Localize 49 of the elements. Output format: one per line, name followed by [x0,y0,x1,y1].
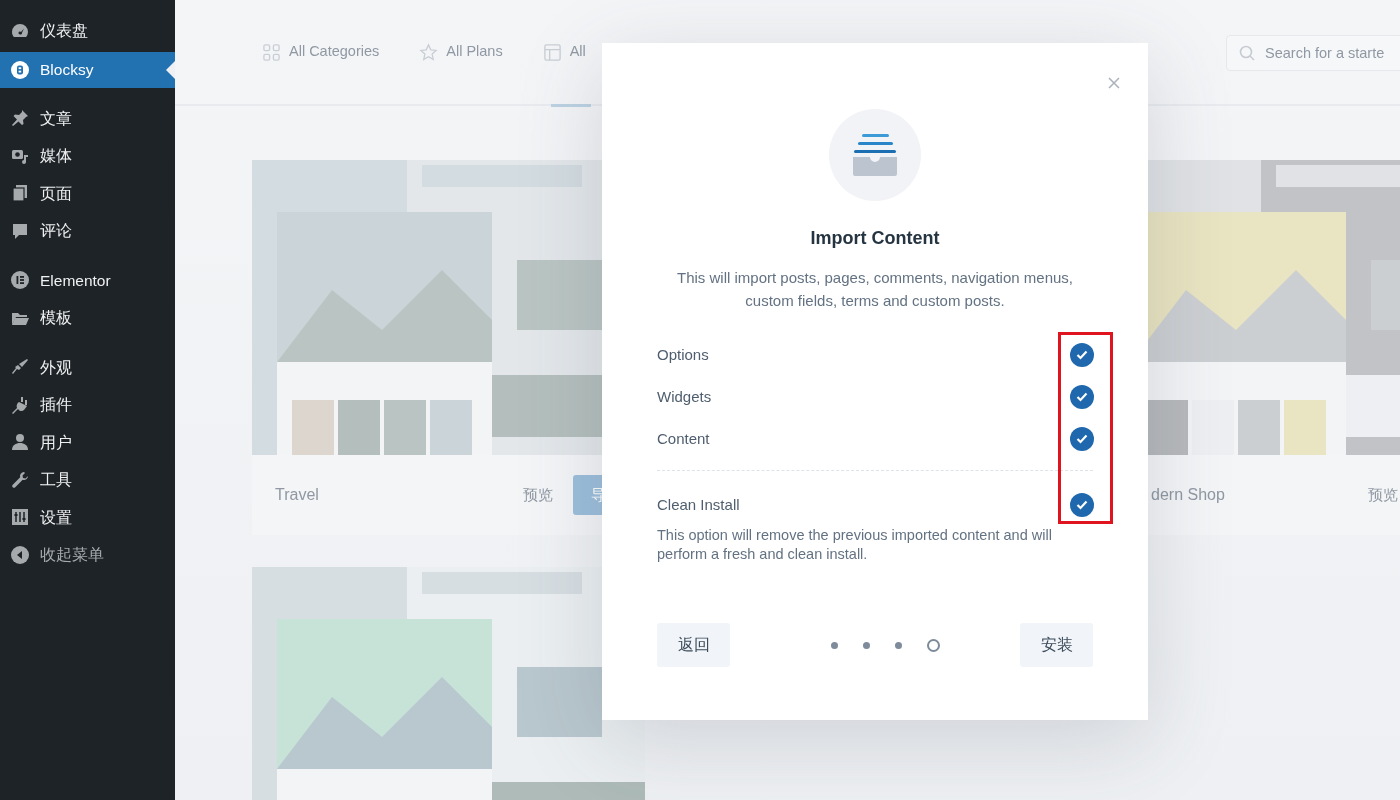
checkbox[interactable] [1070,493,1094,517]
checkbox[interactable] [1070,427,1094,451]
star-icon [419,42,439,62]
check-icon [1076,500,1088,510]
pin-icon [10,108,30,129]
check-icon [1076,392,1088,402]
checkbox[interactable] [1070,385,1094,409]
option-label: Options [657,344,709,365]
dialog-title: Import Content [809,227,941,250]
collapse-menu-item[interactable]: 收起菜单 [0,536,175,574]
pages-icon [10,183,30,204]
option-description: This option will remove the previous imported content and will perform a fresh and clean install. [657,526,1053,564]
grid-icon [262,42,281,62]
option-label: Content [657,428,710,449]
layout-icon [542,42,562,62]
menu-item[interactable]: 媒体 [0,137,175,175]
plug-icon [10,394,30,415]
menu-item[interactable]: 仪表盘 [0,12,175,50]
check-icon [1076,350,1088,360]
active-tab-indicator [550,104,591,107]
install-button[interactable]: 安装 [1020,623,1093,667]
menu-item[interactable]: 插件 [0,386,175,424]
menu-item[interactable]: 工具 [0,461,175,499]
menu-item[interactable]: Blocksy [0,51,175,88]
menu-item[interactable]: 设置 [0,498,175,536]
template-title: Travel [275,485,320,505]
sliders-icon [10,507,30,528]
checkbox[interactable] [1070,343,1094,367]
template-title: dern Shop [1151,485,1226,505]
menu-item[interactable]: 外观 [0,348,175,386]
back-button[interactable]: 返回 [657,623,730,667]
menu-item[interactable]: 用户 [0,423,175,461]
menu-item[interactable]: Elementor [0,261,175,299]
logo-icon [10,59,30,80]
logo-icon [10,270,30,291]
menu-item[interactable]: 模板 [0,299,175,337]
dialog-description: This will import posts, pages, comments, navigation menus, custom fields, terms and custom posts. [676,268,1074,311]
option-label: Widgets [657,386,712,407]
check-icon [1076,434,1088,444]
user-icon [10,432,30,453]
menu-item[interactable]: 评论 [0,212,175,250]
inbox-icon [853,134,897,176]
close-icon [1107,75,1121,90]
option-label: Clean Install [657,494,740,515]
collapse-icon [10,544,30,565]
menu-item[interactable]: 页面 [0,174,175,212]
search-field[interactable]: Search for a starte [1226,35,1400,71]
wrench-icon [10,469,30,490]
menu-item[interactable]: 文章 [0,99,175,137]
